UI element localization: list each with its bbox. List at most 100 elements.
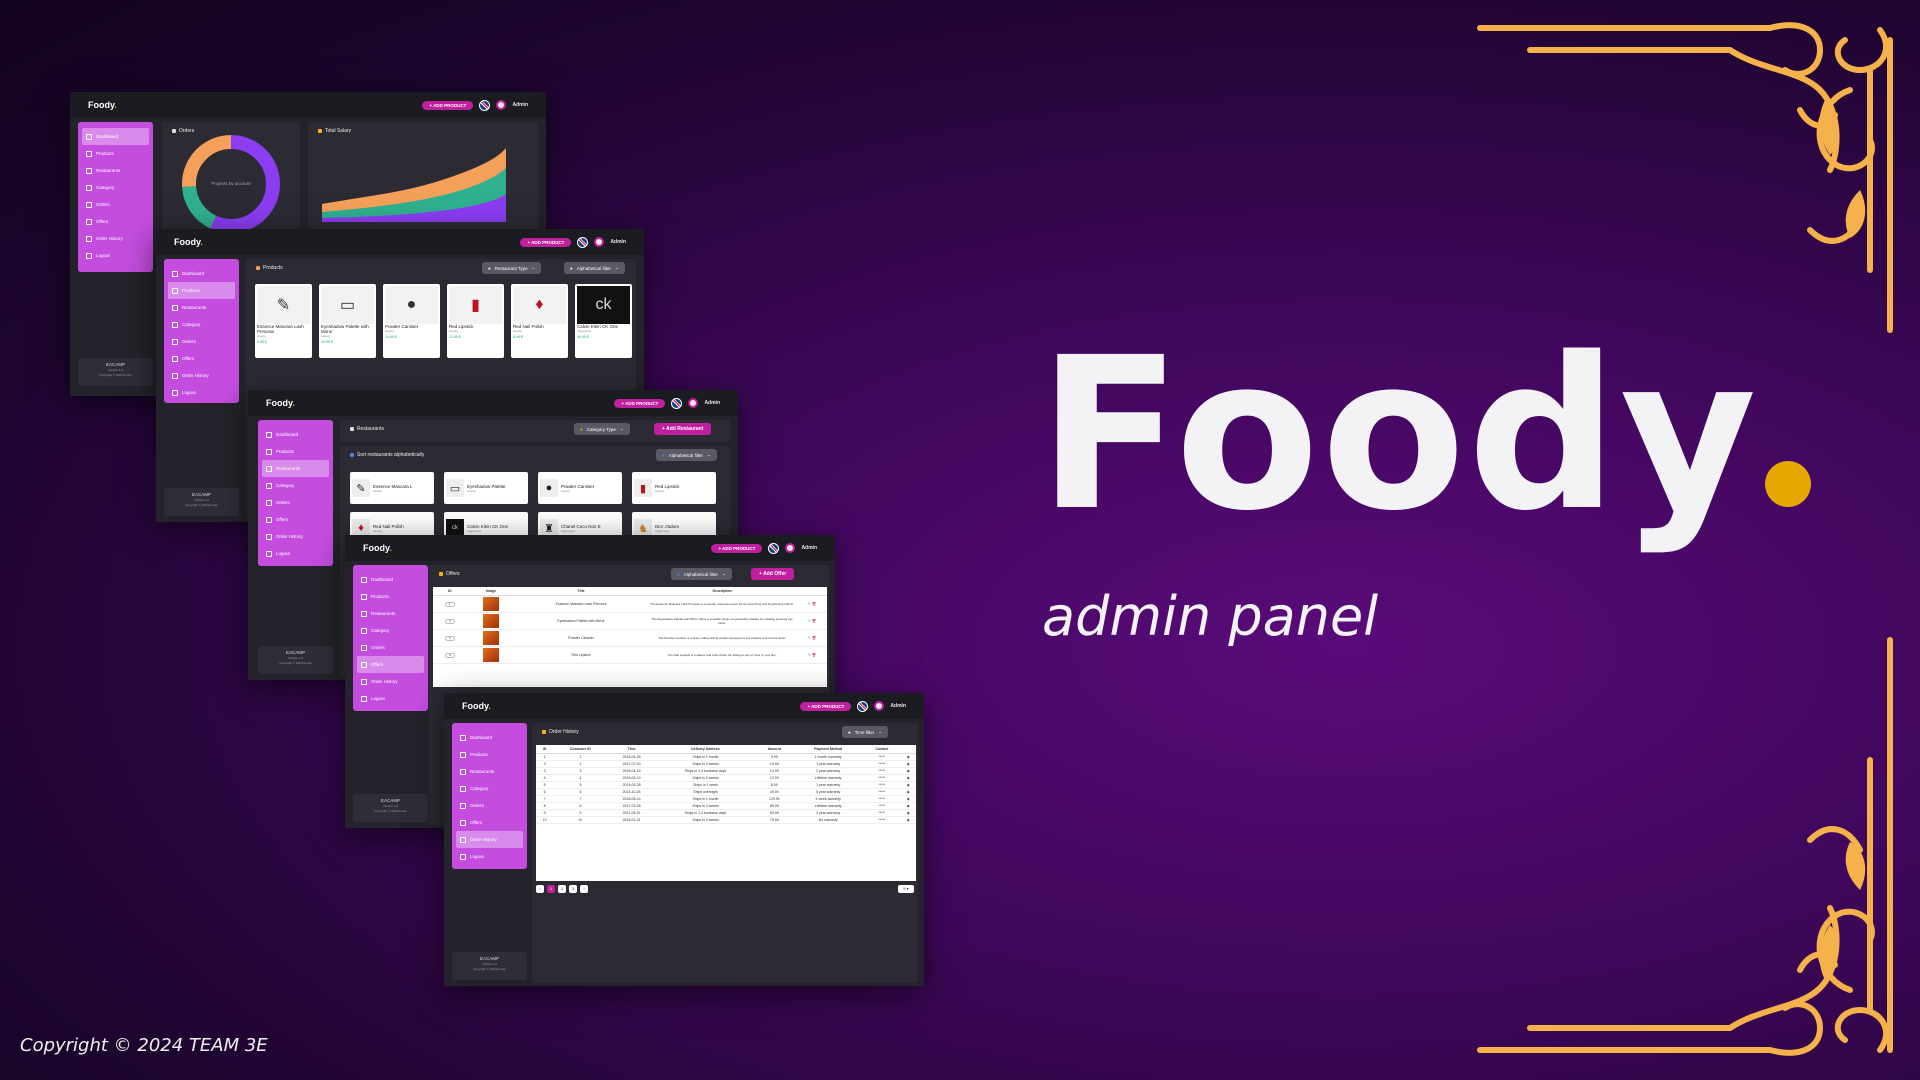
add-product-button[interactable]: + ADD PRODUCT — [711, 543, 763, 553]
product-card[interactable]: ✎ Essence Mascara Lash Princess beauty 9.99… — [255, 284, 312, 358]
product-card[interactable]: ● Powder Canister beauty 14.99 $ — [383, 284, 440, 358]
product-card[interactable]: ▭ Eyeshadow Palette with Mirror beauty 19.9… — [319, 284, 376, 358]
avatar[interactable] — [874, 701, 885, 711]
edit-icon[interactable]: ✎ — [808, 653, 811, 657]
view-icon[interactable]: ◉ — [900, 781, 916, 789]
table-row[interactable]: 2 Eyeshadow Palette with Mirror The Eyesha… — [433, 612, 827, 630]
sidebar-item-logout[interactable]: Logout — [82, 247, 149, 264]
app-logo[interactable]: Foody. — [266, 398, 295, 408]
table-row[interactable]: 9 9 2021-08-21 Ships in 1-2 business days 69… — [536, 809, 916, 817]
sidebar-item-order-history[interactable]: Order History — [456, 831, 523, 848]
sidebar-item-offers[interactable]: Offers — [262, 511, 329, 528]
sidebar-item-order-history[interactable]: Order History — [82, 230, 149, 247]
sidebar-item-logout[interactable]: Logout — [456, 848, 523, 865]
sidebar-item-orders[interactable]: Orders — [262, 494, 329, 511]
view-icon[interactable]: ◉ — [900, 802, 916, 810]
sidebar-item-dashboard[interactable]: Dashboard — [262, 426, 329, 443]
app-logo[interactable]: Foody. — [174, 237, 203, 247]
sidebar-item-category[interactable]: Category — [168, 316, 235, 333]
sidebar-item-dashboard[interactable]: Dashboard — [168, 265, 235, 282]
edit-icon[interactable]: ✎ — [808, 602, 811, 606]
table-row[interactable]: 8 8 2017-03-28 Ships in 2 weeks 89.99 Lifetim… — [536, 802, 916, 810]
product-card[interactable]: ♦ Red Nail Polish beauty 8.99 $ — [511, 284, 568, 358]
page-button[interactable]: 3 — [569, 885, 577, 893]
delete-icon[interactable]: 🗑 — [812, 636, 816, 640]
app-logo[interactable]: Foody. — [462, 701, 491, 711]
edit-icon[interactable]: ✎ — [808, 619, 811, 623]
restaurant-type-filter[interactable]: ● Restaurant Type ⌄ — [482, 262, 542, 274]
sidebar-item-offers[interactable]: Offers — [82, 213, 149, 230]
delete-icon[interactable]: 🗑 — [812, 619, 816, 623]
sidebar-item-offers[interactable]: Offers — [357, 656, 424, 673]
add-product-button[interactable]: + ADD PRODUCT — [800, 701, 852, 711]
table-row[interactable]: 1 Essence Mascara Lash Princess The Essenc… — [433, 595, 827, 613]
product-card[interactable]: ck Calvin Klein CK One fragrances 49.99 $ — [575, 284, 632, 358]
avatar[interactable] — [594, 237, 605, 247]
sidebar-item-dashboard[interactable]: Dashboard — [82, 128, 149, 145]
sidebar-item-restaurants[interactable]: Restaurants — [168, 299, 235, 316]
restaurant-card[interactable]: ▮ Red Lipstick beauty — [632, 472, 716, 504]
sidebar-item-order-history[interactable]: Order History — [357, 673, 424, 690]
page-button[interactable]: 2 — [558, 885, 566, 893]
page-next-button[interactable]: › — [580, 885, 588, 893]
product-card[interactable]: ▮ Red Lipstick beauty 12.99 $ — [447, 284, 504, 358]
alphabetical-filter[interactable]: ● Alphabetical filter ⌄ — [564, 262, 625, 274]
sidebar-item-dashboard[interactable]: Dashboard — [456, 729, 523, 746]
sidebar-item-orders[interactable]: Orders — [357, 639, 424, 656]
sidebar-item-restaurants[interactable]: Restaurants — [357, 605, 424, 622]
sidebar-item-orders[interactable]: Orders — [82, 196, 149, 213]
sidebar-item-products[interactable]: Products — [357, 588, 424, 605]
sidebar-item-restaurants[interactable]: Restaurants — [82, 162, 149, 179]
sidebar-item-offers[interactable]: Offers — [168, 350, 235, 367]
view-icon[interactable]: ◉ — [900, 816, 916, 824]
table-row[interactable]: 3 3 2018-04-15 Ships in 1-2 business days 14… — [536, 767, 916, 775]
delete-icon[interactable]: 🗑 — [812, 602, 816, 606]
avatar[interactable] — [785, 543, 796, 553]
sidebar-item-category[interactable]: Category — [357, 622, 424, 639]
sidebar-item-logout[interactable]: Logout — [262, 545, 329, 562]
uk-flag-icon[interactable] — [577, 236, 589, 248]
uk-flag-icon[interactable] — [768, 542, 780, 554]
edit-icon[interactable]: ✎ — [808, 636, 811, 640]
sidebar-item-orders[interactable]: Orders — [456, 797, 523, 814]
page-prev-button[interactable]: ‹ — [536, 885, 544, 893]
table-row[interactable]: 4 4 2015-05-19 Ships in 2 weeks 12.99 Lifetim… — [536, 774, 916, 782]
sidebar-item-products[interactable]: Products — [456, 746, 523, 763]
sidebar-item-order-history[interactable]: Order History — [262, 528, 329, 545]
uk-flag-icon[interactable] — [671, 397, 683, 409]
app-logo[interactable]: Foody. — [88, 100, 117, 110]
sidebar-item-restaurants[interactable]: Restaurants — [262, 460, 329, 477]
view-icon[interactable]: ◉ — [900, 767, 916, 775]
delete-icon[interactable]: 🗑 — [812, 653, 816, 657]
sidebar-item-category[interactable]: Category — [82, 179, 149, 196]
view-icon[interactable]: ◉ — [900, 753, 916, 761]
view-icon[interactable]: ◉ — [900, 809, 916, 817]
sidebar-item-orders[interactable]: Orders — [168, 333, 235, 350]
app-logo[interactable]: Foody. — [363, 543, 392, 553]
add-restaurant-button[interactable]: + Add Restaurant — [654, 423, 712, 435]
uk-flag-icon[interactable] — [857, 700, 869, 712]
table-row[interactable]: 3 Powder Canister The Powder Canister is a… — [433, 629, 827, 647]
sidebar-item-restaurants[interactable]: Restaurants — [456, 763, 523, 780]
sidebar-item-logout[interactable]: Logout — [168, 384, 235, 401]
table-row[interactable]: 2 2 2017-07-30 Ships in 2 weeks 19.99 1 year … — [536, 760, 916, 768]
sidebar-item-logout[interactable]: Logout — [357, 690, 424, 707]
table-row[interactable]: 10 10 2015-02-21 Ships in 2 weeks 79.99 No wa… — [536, 816, 916, 824]
alphabetical-filter[interactable]: ● Alphabetical filter ⌄ — [671, 568, 732, 580]
table-row[interactable]: 5 5 2015-05-28 Ships in 1 week 8.99 1 year wa… — [536, 781, 916, 789]
sidebar-item-products[interactable]: Products — [82, 145, 149, 162]
view-icon[interactable]: ◉ — [900, 760, 916, 768]
avatar[interactable] — [688, 398, 699, 408]
view-icon[interactable]: ◉ — [900, 795, 916, 803]
page-button[interactable]: 1 — [547, 885, 555, 893]
sidebar-item-dashboard[interactable]: Dashboard — [357, 571, 424, 588]
table-row[interactable]: 4 Red Lipstick The Red Lipstick is a class… — [433, 646, 827, 664]
sidebar-item-offers[interactable]: Offers — [456, 814, 523, 831]
table-row[interactable]: 6 6 2015-10-24 Ships overnight 49.99 5 year w… — [536, 788, 916, 796]
add-product-button[interactable]: + ADD PRODUCT — [520, 237, 572, 247]
add-product-button[interactable]: + ADD PRODUCT — [422, 100, 474, 110]
sidebar-item-products[interactable]: Products — [168, 282, 235, 299]
table-row[interactable]: 7 7 2018-08-14 Ships in 1 month 129.99 3 week… — [536, 795, 916, 803]
category-type-filter[interactable]: ● Category Type ⌄ — [574, 423, 630, 435]
view-icon[interactable]: ◉ — [900, 788, 916, 796]
